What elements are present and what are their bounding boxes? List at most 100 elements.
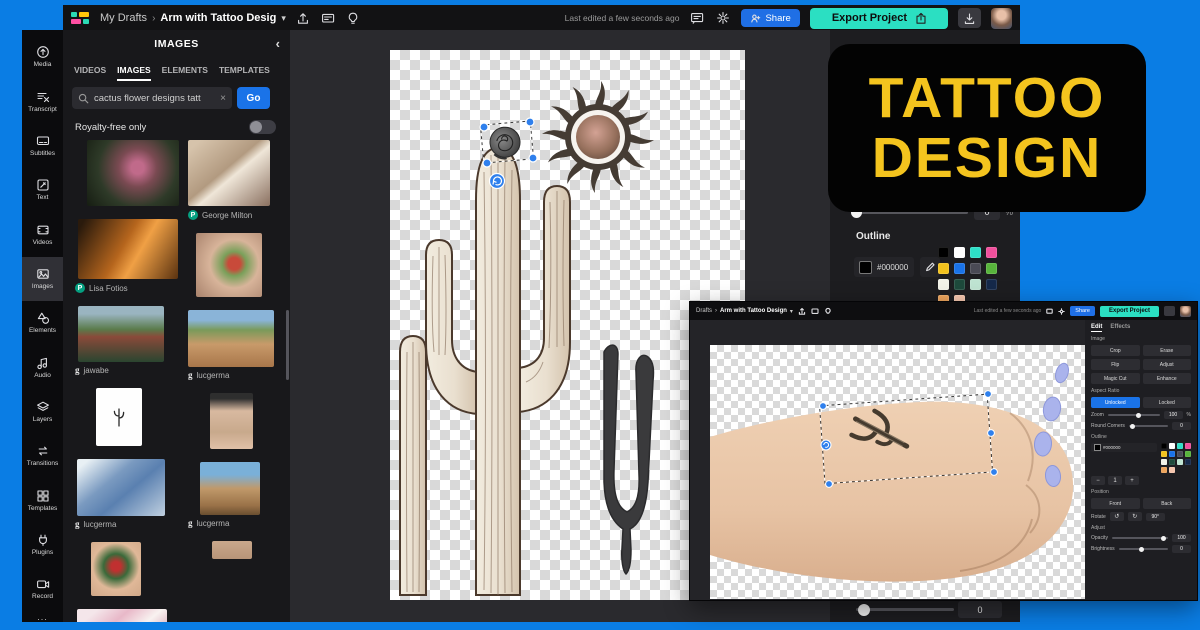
thumbnail-colorful-leg-tattoo[interactable] xyxy=(91,542,141,596)
sidebar-item-media[interactable]: Media xyxy=(22,35,63,79)
palette-swatch[interactable] xyxy=(938,247,949,258)
tab-elements[interactable]: ELEMENTS xyxy=(162,65,208,81)
inset-comment-icon[interactable] xyxy=(1046,308,1053,315)
outline-color-field[interactable]: #000000 xyxy=(854,257,914,277)
chevron-down-icon[interactable]: ▾ xyxy=(281,13,286,24)
tab-images[interactable]: IMAGES xyxy=(117,65,151,81)
palette-swatch[interactable] xyxy=(970,279,981,290)
inset-magic-cut-button[interactable]: Magic Cut xyxy=(1091,373,1140,384)
thumbnail-two-people-cacti[interactable] xyxy=(200,462,260,515)
thumbnail-person-blue-shirt[interactable] xyxy=(77,459,165,516)
sidebar-item-elements[interactable]: Elements xyxy=(22,301,63,345)
upload-icon[interactable] xyxy=(295,10,311,26)
inset-front-button[interactable]: Front xyxy=(1091,498,1140,509)
inset-back-button[interactable]: Back xyxy=(1143,498,1192,509)
share-button[interactable]: Share xyxy=(741,9,799,27)
inset-corners-value[interactable]: 0 xyxy=(1172,422,1191,430)
clear-search-icon[interactable]: × xyxy=(220,93,226,104)
palette-swatch[interactable] xyxy=(986,279,997,290)
attribution[interactable]: PGeorge Milton xyxy=(188,210,285,220)
inset-brightness-value[interactable]: 0 xyxy=(1172,545,1191,553)
palette-swatch[interactable] xyxy=(970,263,981,274)
sidebar-item-text[interactable]: Text xyxy=(22,168,63,212)
inset-download-button[interactable] xyxy=(1164,306,1175,316)
bottom-slider-track[interactable] xyxy=(856,608,954,611)
palette-swatch[interactable] xyxy=(1177,451,1183,457)
thumbnail-cactus-tattoo-leg[interactable] xyxy=(87,140,179,206)
sidebar-item-audio[interactable]: Audio xyxy=(22,345,63,389)
sidebar-item-layers[interactable]: Layers xyxy=(22,390,63,434)
inset-chevron-icon[interactable]: ▾ xyxy=(790,308,793,315)
inset-tab-edit[interactable]: Edit xyxy=(1091,324,1102,332)
palette-swatch[interactable] xyxy=(1177,459,1183,465)
user-avatar[interactable] xyxy=(991,8,1012,29)
inset-zoom-value[interactable]: 100 xyxy=(1164,411,1183,419)
inset-user-avatar[interactable] xyxy=(1180,306,1191,317)
inset-gear-icon[interactable] xyxy=(1058,308,1065,315)
inset-flip-button[interactable]: Flip xyxy=(1091,359,1140,370)
bottom-slider-value[interactable]: 0 xyxy=(958,601,1002,618)
palette-swatch[interactable] xyxy=(1161,451,1167,457)
inset-opacity-knob[interactable] xyxy=(1161,536,1166,541)
inset-locked-button[interactable]: Locked xyxy=(1143,397,1192,408)
export-project-button[interactable]: Export Project xyxy=(810,8,948,29)
bottom-slider-knob[interactable] xyxy=(858,604,870,616)
app-logo-icon[interactable] xyxy=(71,12,89,24)
thumbnail-arm-tattoo-partial[interactable] xyxy=(212,541,252,559)
inset-upload-icon[interactable] xyxy=(798,307,806,315)
inset-outline-minus[interactable]: − xyxy=(1091,476,1105,485)
inset-notes-icon[interactable] xyxy=(811,307,819,315)
inset-project-title[interactable]: Arm with Tattoo Design xyxy=(720,308,787,314)
inset-outline-color-field[interactable]: #000000 xyxy=(1091,443,1157,452)
inset-corners-knob[interactable] xyxy=(1130,424,1135,429)
thumbnail-arm-red-cactus-tattoo[interactable] xyxy=(196,233,262,297)
palette-swatch[interactable] xyxy=(1185,443,1191,449)
attribution[interactable]: glucgerma xyxy=(188,371,285,380)
inset-outline-plus[interactable]: + xyxy=(1125,476,1139,485)
inset-corners-slider[interactable] xyxy=(1129,425,1168,427)
sidebar-item-transitions[interactable]: Transitions xyxy=(22,434,63,478)
thumbnail-pink-hat-person[interactable] xyxy=(77,609,167,622)
sidebar-item-transcript[interactable]: Transcript xyxy=(22,79,63,123)
palette-swatch[interactable] xyxy=(1161,467,1167,473)
thumbnail-cactus-landscape[interactable] xyxy=(78,306,164,362)
tab-templates[interactable]: TEMPLATES xyxy=(219,65,270,81)
sidebar-item-subtitles[interactable]: Subtitles xyxy=(22,124,63,168)
inset-zoom-knob[interactable] xyxy=(1136,413,1141,418)
palette-swatch[interactable] xyxy=(1185,451,1191,457)
inset-opacity-slider[interactable] xyxy=(1112,537,1168,539)
thumbnail-person-with-cacti[interactable] xyxy=(188,310,274,367)
palette-swatch[interactable] xyxy=(1185,459,1191,465)
palette-swatch[interactable] xyxy=(1161,459,1167,465)
sidebar-item-images[interactable]: Images xyxy=(22,257,63,301)
inset-erase-button[interactable]: Erase xyxy=(1143,345,1192,356)
notes-icon[interactable] xyxy=(320,10,336,26)
inset-tab-effects[interactable]: Effects xyxy=(1110,324,1130,332)
sidebar-item-videos[interactable]: Videos xyxy=(22,212,63,256)
inset-enhance-button[interactable]: Enhance xyxy=(1143,373,1192,384)
attribution[interactable]: PLisa Fotios xyxy=(75,283,179,293)
edit-color-button[interactable] xyxy=(920,257,940,277)
inset-unlocked-button[interactable]: Unlocked xyxy=(1091,397,1140,408)
palette-swatch[interactable] xyxy=(1177,443,1183,449)
inset-crop-button[interactable]: Crop xyxy=(1091,345,1140,356)
thumbnail-white-tattoo-design[interactable] xyxy=(96,388,142,446)
inset-brightness-slider[interactable] xyxy=(1119,548,1168,550)
palette-swatch[interactable] xyxy=(970,247,981,258)
palette-swatch[interactable] xyxy=(954,279,965,290)
gear-icon[interactable] xyxy=(715,10,731,26)
palette-swatch[interactable] xyxy=(1169,451,1175,457)
attribution[interactable]: glucgerma xyxy=(188,519,285,528)
sidebar-item-record[interactable]: Record xyxy=(22,567,63,611)
palette-swatch[interactable] xyxy=(954,263,965,274)
bulb-icon[interactable] xyxy=(345,10,361,26)
inset-rotate-cw-button[interactable]: ↻ xyxy=(1128,512,1142,521)
collapse-panel-icon[interactable]: ‹ xyxy=(276,36,280,51)
attribution[interactable]: glucgerma xyxy=(75,520,179,529)
search-input[interactable]: cactus flower designs tatt × xyxy=(72,87,232,109)
thumbnail-hands-photos[interactable] xyxy=(188,140,270,206)
tab-videos[interactable]: VIDEOS xyxy=(74,65,106,81)
palette-swatch[interactable] xyxy=(1169,459,1175,465)
thumbnail-leg-sketch-tattoo[interactable] xyxy=(210,393,253,449)
project-title[interactable]: Arm with Tattoo Desig xyxy=(160,12,276,24)
